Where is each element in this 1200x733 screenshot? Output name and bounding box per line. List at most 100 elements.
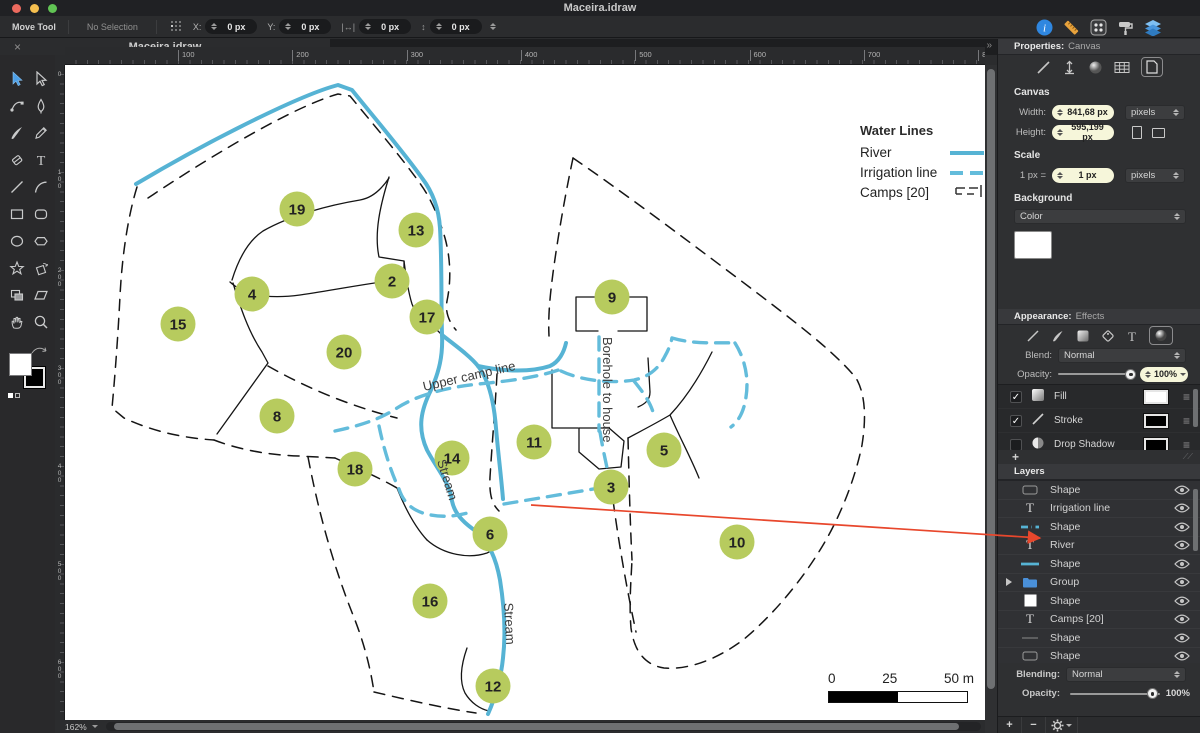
layer-visibility-eye-icon[interactable] [1174,522,1190,532]
brush-tool[interactable] [9,125,25,141]
layer-visibility-eye-icon[interactable] [1174,614,1190,624]
effect-color-swatch[interactable] [1143,437,1168,450]
resize-anchor-icon[interactable] [1062,60,1077,75]
stepper-icon[interactable] [211,23,218,30]
stepper-icon[interactable] [285,23,292,30]
width-input[interactable]: 0 px [359,19,412,34]
effect-color-swatch[interactable] [1143,389,1168,404]
tab-overflow-icon[interactable]: » [986,40,991,51]
layer-visibility-eye-icon[interactable] [1174,577,1190,587]
layer-opacity-slider[interactable] [1070,688,1160,699]
layer-settings-button[interactable] [1046,717,1078,733]
boolean-tool[interactable] [9,287,25,303]
effect-checkbox[interactable]: ✓ [1010,414,1022,427]
add-effect-button[interactable]: + [1012,450,1019,464]
scale-unit-dropdown[interactable]: pixels [1125,167,1185,183]
vertical-scrollbar[interactable] [985,65,997,733]
layer-row-camps-20-[interactable]: T Camps [20] [998,611,1200,629]
ruler-icon[interactable] [1063,19,1080,36]
layer-visibility-eye-icon[interactable] [1174,559,1190,569]
camp-marker-3[interactable]: 3 [593,469,629,505]
node-tool[interactable] [9,98,25,114]
rectangle-tool[interactable] [9,206,25,222]
blend-mode-dropdown[interactable]: Normal [1058,347,1186,363]
camp-marker-5[interactable]: 5 [646,432,682,468]
close-tab-icon[interactable]: × [14,40,21,54]
stepper-icon[interactable] [435,23,442,30]
camp-marker-18[interactable]: 18 [337,451,373,487]
fill-style-icon[interactable] [1076,329,1090,343]
y-input[interactable]: 0 px [279,19,332,34]
ellipse-tool[interactable] [9,233,25,249]
layer-row-shape[interactable]: Shape [998,592,1200,611]
effects-tab-selected[interactable] [1148,326,1173,345]
camp-marker-15[interactable]: 15 [160,306,196,342]
horizontal-scrollbar-thumb[interactable] [113,723,959,730]
camp-marker-12[interactable]: 12 [475,668,511,704]
zoom-window-button[interactable] [48,4,57,13]
text-style-icon[interactable]: T [1126,329,1138,343]
info-icon[interactable]: i [1036,19,1053,36]
layer-visibility-eye-icon[interactable] [1174,596,1190,606]
effect-row-stroke[interactable]: ✓ Stroke ≡ [998,409,1200,433]
camp-marker-11[interactable]: 11 [516,424,552,460]
canvas-properties-tab-selected[interactable] [1140,57,1163,77]
polygon-tool[interactable] [33,233,49,249]
anchor-point-selector[interactable] [170,20,183,33]
zoom-tool[interactable] [33,314,49,330]
text-tool[interactable]: T [33,152,49,168]
layer-row-shape[interactable]: Shape [998,481,1200,500]
minimize-window-button[interactable] [30,4,39,13]
canvas-height-input[interactable]: 595,199 px [1052,122,1114,142]
layer-visibility-eye-icon[interactable] [1174,485,1190,495]
camp-marker-9[interactable]: 9 [594,279,630,315]
swap-colors-icon[interactable] [30,345,48,355]
close-window-button[interactable] [12,4,21,13]
canvas-width-input[interactable]: 841,68 px [1052,104,1114,120]
layer-row-shape[interactable]: Shape [998,648,1200,664]
horizontal-scrollbar[interactable] [105,722,981,731]
x-input[interactable]: 0 px [205,19,258,34]
layer-visibility-eye-icon[interactable] [1174,633,1190,643]
vertical-scrollbar-thumb[interactable] [987,69,995,689]
layer-visibility-eye-icon[interactable] [1174,651,1190,661]
scale-value-input[interactable]: 1 px [1052,167,1114,183]
effect-options-icon[interactable]: ≡ [1183,390,1190,404]
layer-row-shape[interactable]: Shape [998,555,1200,574]
effect-options-icon[interactable]: ≡ [1183,438,1190,451]
camp-marker-8[interactable]: 8 [259,398,295,434]
zoom-level-control[interactable]: 162% [55,722,106,732]
map-drawing[interactable]: 191324 917152081114 51836 101612 Upper camp… [65,65,985,720]
document-canvas[interactable]: 19 13 2 4 9 17 15 20 8 11 14 5 18 3 6 10 16 12 Upper camp… [65,65,985,720]
effect-options-icon[interactable]: ≡ [1183,414,1190,428]
stroke-properties-icon[interactable] [1036,60,1051,75]
effects-scrollbar-thumb[interactable] [1193,389,1198,427]
appearance-opacity-knob[interactable] [1125,368,1136,380]
brush-style-icon[interactable] [1051,329,1065,343]
camp-marker-17[interactable]: 17 [409,299,445,335]
gradient-sphere-icon[interactable] [1088,60,1103,75]
shear-tool[interactable] [33,287,49,303]
layer-row-shape[interactable]: Shape [998,629,1200,648]
effect-checkbox[interactable] [1010,438,1022,450]
width-unit-dropdown[interactable]: pixels [1125,104,1185,120]
rotate-tool[interactable] [33,260,49,276]
camp-marker-13[interactable]: 13 [398,212,434,248]
background-color-swatch[interactable] [1014,231,1052,259]
tag-style-icon[interactable] [1101,329,1115,343]
height-input[interactable]: 0 px [429,19,482,34]
layer-visibility-eye-icon[interactable] [1174,540,1190,550]
stroke-style-icon[interactable] [1026,329,1040,343]
stepper-icon[interactable] [365,23,372,30]
effect-color-swatch[interactable] [1143,413,1168,428]
eraser-tool[interactable] [9,152,25,168]
appearance-opacity-slider[interactable] [1058,368,1136,380]
link-dimensions-stepper[interactable] [489,23,496,30]
default-colors-icon[interactable] [8,393,20,398]
move-tool[interactable] [9,70,25,87]
layer-row-river[interactable]: T River [998,537,1200,555]
layer-visibility-eye-icon[interactable] [1174,503,1190,513]
fill-color-swatch[interactable] [9,353,32,376]
arc-tool[interactable] [33,179,49,195]
layer-row-shape[interactable]: Shape [998,518,1200,537]
